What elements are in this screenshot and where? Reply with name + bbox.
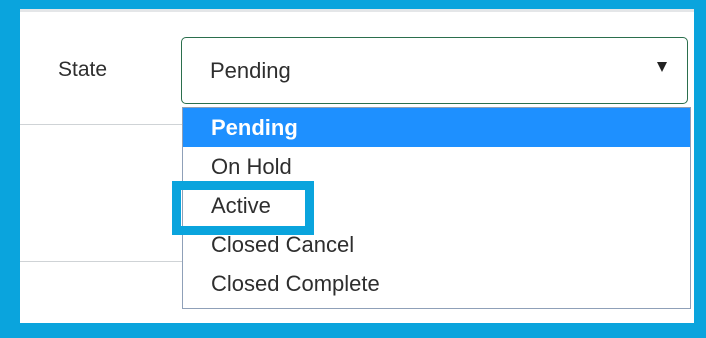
state-select-value: Pending — [210, 58, 291, 83]
top-divider — [20, 9, 694, 12]
row-divider — [20, 261, 182, 262]
caret-down-icon — [657, 62, 667, 72]
option-pending[interactable]: Pending — [183, 108, 690, 147]
row-divider — [20, 124, 182, 125]
state-select[interactable]: Pending — [181, 37, 688, 104]
option-closed-complete[interactable]: Closed Complete — [183, 264, 690, 303]
annotation-highlight-box — [172, 181, 314, 235]
state-label: State — [58, 58, 108, 81]
